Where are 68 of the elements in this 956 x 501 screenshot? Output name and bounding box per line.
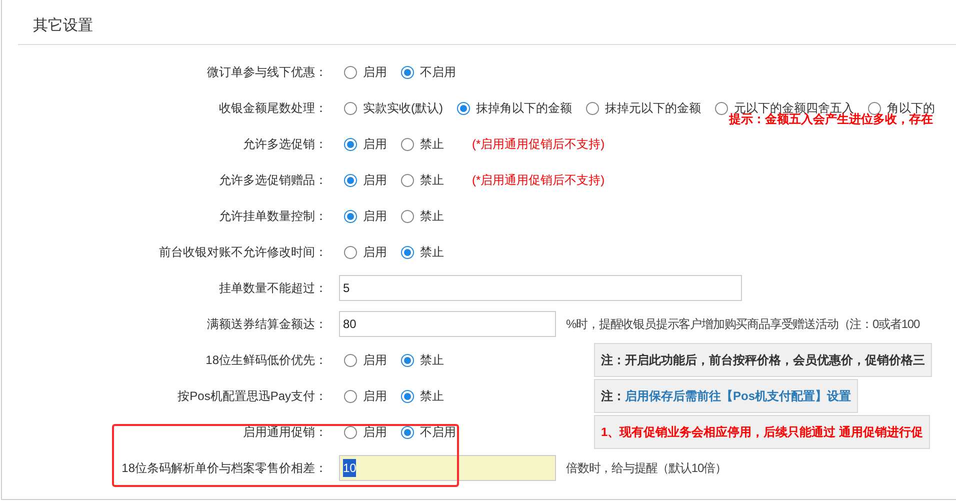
radio-button[interactable]	[868, 102, 881, 114]
option-label: 禁止	[420, 136, 444, 153]
setting-label: 18位生鲜码低价优先：	[204, 352, 327, 369]
note-box: 注：开启此功能后，前台按秤价格，会员优惠价，促销价格三	[594, 343, 932, 377]
radio-button[interactable]	[344, 354, 357, 366]
option-label: 启用	[363, 208, 387, 225]
warning-note: 1、现有促销业务会相应停用，后续只能通过 通用促销进行促	[594, 415, 930, 449]
radio-button[interactable]	[715, 102, 728, 114]
setting-label: 按Pos机配置思迅Pay支付：	[176, 388, 327, 405]
radio-button[interactable]	[344, 102, 357, 114]
setting-label: 允许多选促销：	[242, 136, 327, 153]
field-value: 80	[343, 316, 356, 333]
setting-label: 满额送券结算金额达：	[206, 316, 327, 333]
option-label: 启用	[363, 388, 387, 405]
input-field[interactable]: 80	[339, 311, 556, 337]
note-label: 注：	[601, 388, 625, 405]
setting-label: 18位条码解析单价与档案零售价相差：	[120, 460, 327, 477]
input-field[interactable]: 5	[339, 275, 742, 301]
radio-button[interactable]	[344, 390, 357, 402]
option-label: 不启用	[420, 64, 456, 81]
option-label: 启用	[363, 352, 387, 369]
radio-button[interactable]	[401, 246, 414, 258]
radio-button[interactable]	[586, 102, 599, 114]
field-suffix: 倍数时，给与提醒（默认10倍）	[566, 460, 726, 477]
radio-button[interactable]	[401, 354, 414, 366]
input-field[interactable]: 10	[339, 455, 556, 481]
setting-label: 收银金额尾数处理：	[218, 100, 327, 117]
option-label: 启用	[363, 136, 387, 153]
option-label: 禁止	[420, 172, 444, 189]
radio-button[interactable]	[401, 426, 414, 438]
option-label: 禁止	[420, 244, 444, 261]
hint-text: (*启用通用促销后不支持)	[472, 172, 605, 189]
field-suffix: %时，提醒收银员提示客户增加购买商品享受赠送活动（注：0或者100	[566, 316, 920, 333]
radio-button[interactable]	[344, 138, 357, 150]
radio-button[interactable]	[344, 210, 357, 222]
radio-button[interactable]	[344, 174, 357, 186]
radio-button[interactable]	[401, 138, 414, 150]
option-label: 禁止	[420, 208, 444, 225]
option-label: 禁止	[420, 352, 444, 369]
section-title: 其它设置	[33, 16, 93, 36]
setting-label: 允许多选促销赠品：	[218, 172, 327, 189]
radio-button[interactable]	[457, 102, 470, 114]
option-label: 启用	[363, 64, 387, 81]
field-value: 10	[343, 459, 356, 477]
option-label: 抹掉元以下的金额	[605, 100, 701, 117]
hint-text: (*启用通用促销后不支持)	[472, 136, 605, 153]
radio-button[interactable]	[401, 390, 414, 402]
option-label: 启用	[363, 172, 387, 189]
field-value: 5	[343, 280, 350, 297]
option-label: 实款实收(默认)	[363, 100, 443, 117]
option-label: 禁止	[420, 388, 444, 405]
radio-button[interactable]	[344, 246, 357, 258]
setting-label: 允许挂单数量控制：	[218, 208, 327, 225]
option-label: 启用	[363, 244, 387, 261]
setting-label: 微订单参与线下优惠：	[206, 64, 327, 81]
radio-button[interactable]	[401, 174, 414, 186]
option-label: 启用	[363, 424, 387, 441]
radio-button[interactable]	[344, 66, 357, 78]
option-label: 不启用	[420, 424, 456, 441]
radio-button[interactable]	[344, 426, 357, 438]
setting-label: 挂单数量不能超过：	[218, 280, 327, 297]
setting-label: 启用通用促销：	[242, 424, 327, 441]
warning-tip: 提示：金额五入会产生进位多收，存在	[729, 112, 933, 128]
radio-button[interactable]	[401, 210, 414, 222]
option-label: 角以下的	[887, 100, 935, 115]
radio-button[interactable]	[401, 66, 414, 78]
option-label: 抹掉角以下的金额	[476, 100, 572, 117]
setting-label: 前台收银对账不允许修改时间：	[158, 244, 327, 261]
